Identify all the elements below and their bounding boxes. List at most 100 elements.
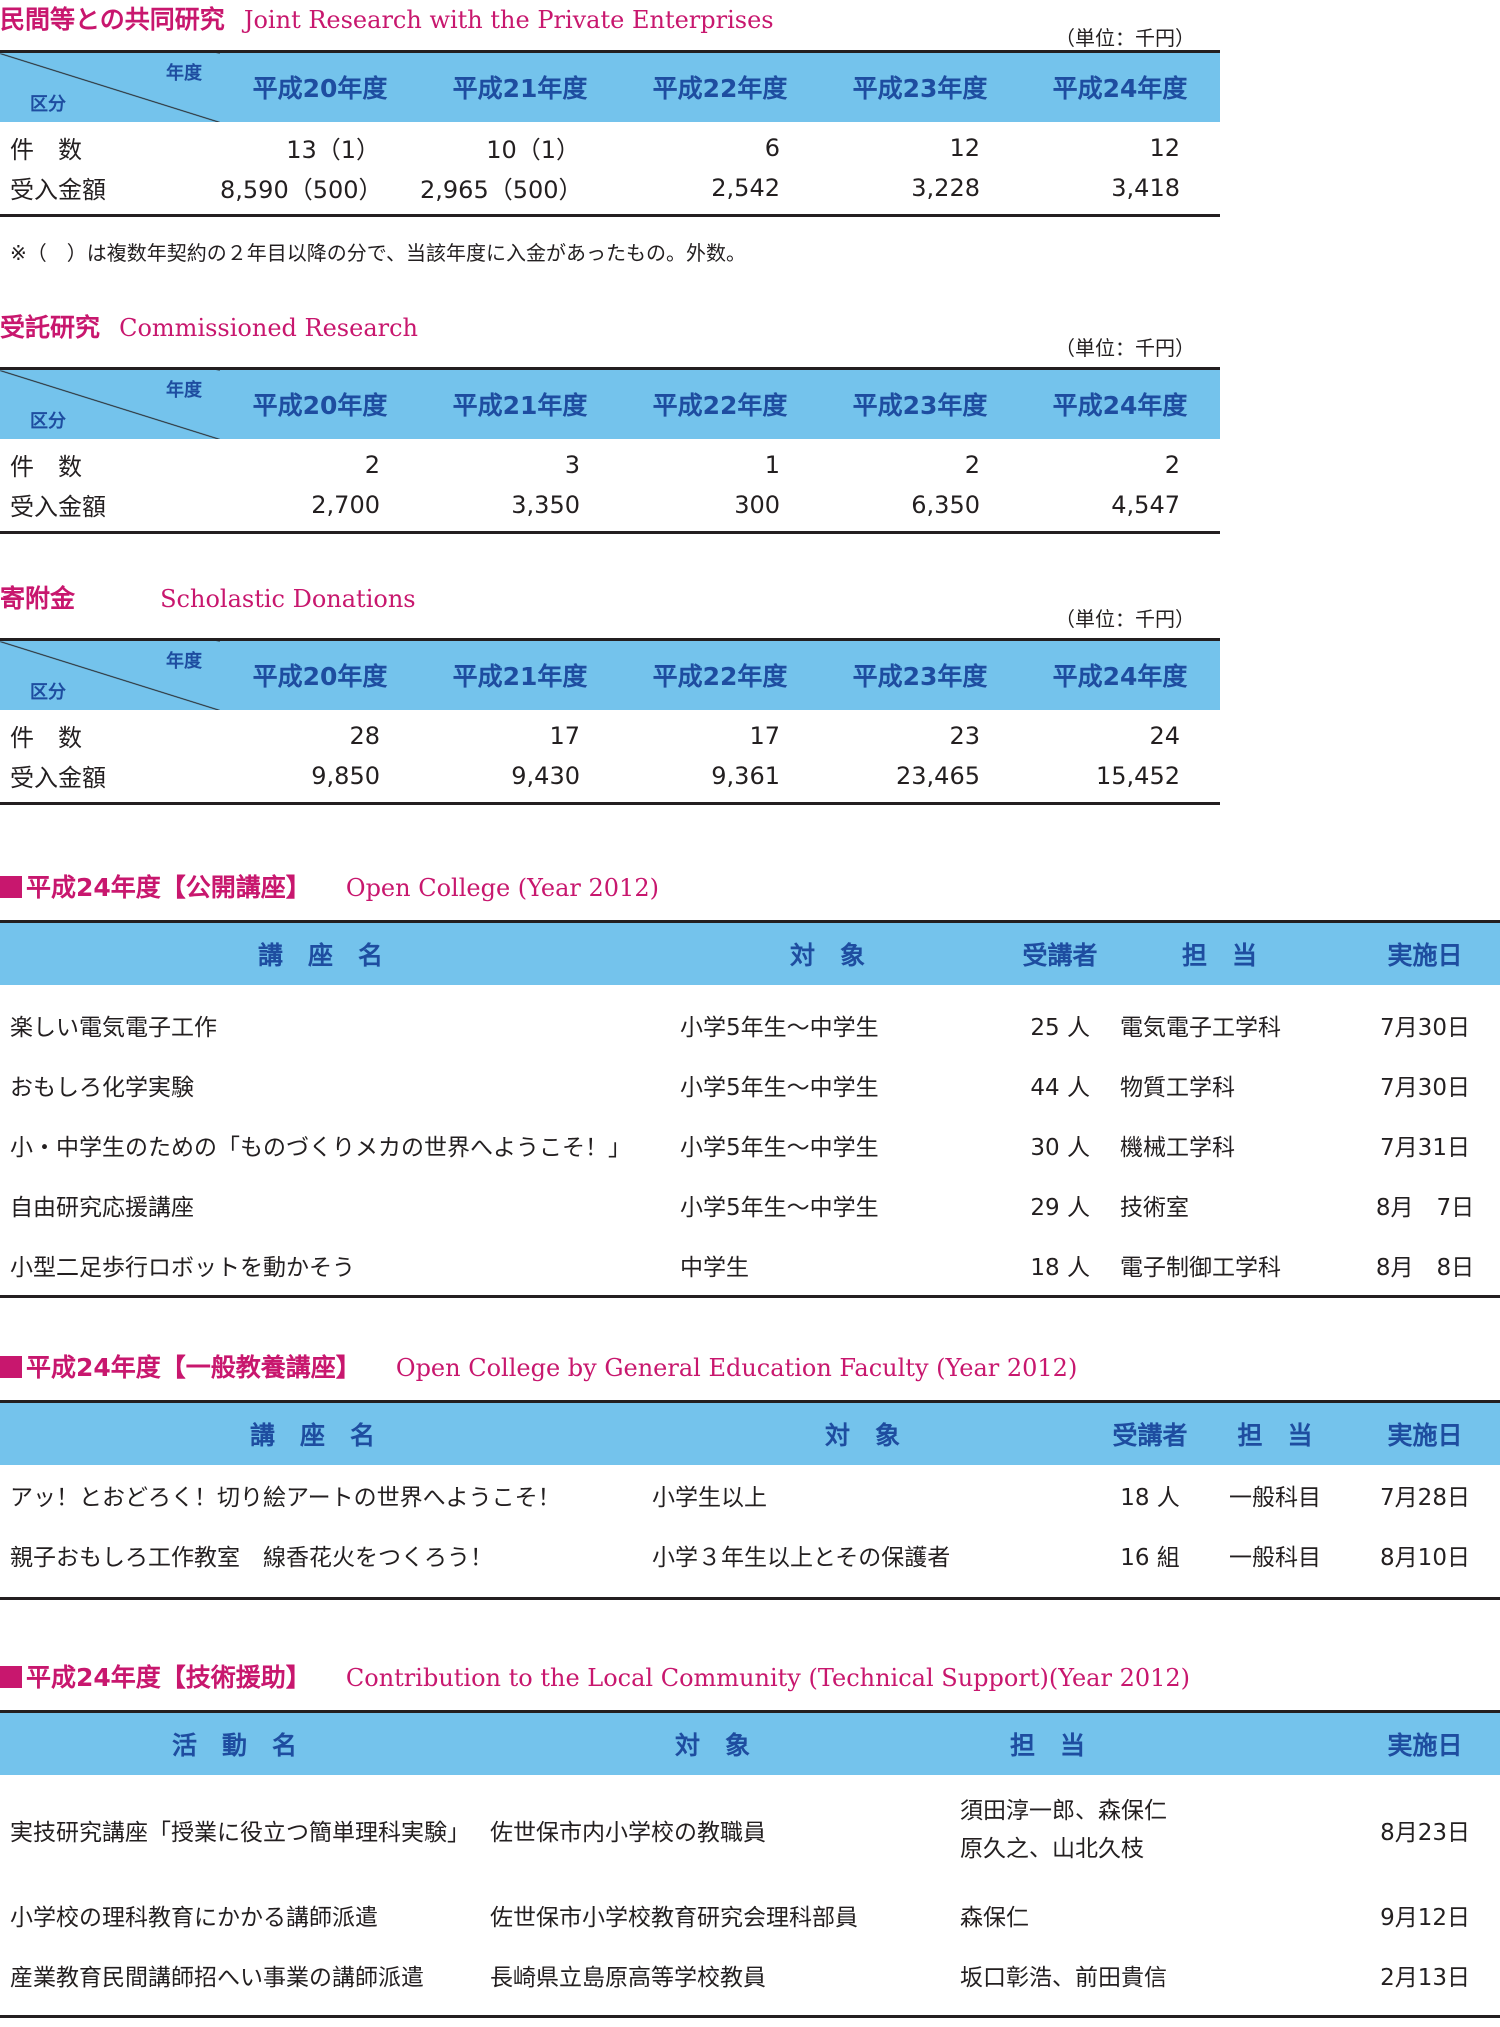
- table-cell: 13（1）: [286, 136, 380, 164]
- table-cell: 6: [764, 133, 780, 162]
- date: 8月 8日: [1350, 1235, 1500, 1298]
- course-name: 親子おもしろ工作教室 線香花火をつくろう！: [0, 1525, 640, 1600]
- table-cell: 23: [949, 721, 980, 750]
- unit-label: （単位：千円）: [1055, 607, 1195, 631]
- date: 7月30日: [1380, 1015, 1470, 1041]
- activity-name: 実技研究講座「授業に役立つ簡単理科実験」: [10, 1820, 470, 1846]
- year-header: 平成24年度: [1020, 50, 1220, 122]
- course-name: 小・中学生のための「ものづくりメカの世界へようこそ！」: [10, 1135, 631, 1161]
- attendee-count: 25 人: [1030, 1015, 1090, 1041]
- table-cell: 6,350: [820, 484, 1020, 534]
- unit-label: （単位：千円）: [1055, 26, 1195, 50]
- staff-in-charge: 坂口彰浩、前田貴信: [960, 1945, 1350, 2018]
- course-name: 楽しい電気電子工作: [10, 1015, 217, 1041]
- corner-year-label: 年度: [166, 651, 202, 672]
- commissioned-research-title: 受託研究 Commissioned Research: [0, 308, 418, 344]
- section-title-en: Scholastic Donations: [160, 585, 416, 613]
- table-row: アッ！とおどろく！切り絵アートの世界へようこそ！ 小学生以上 18 人 一般科目 7月2…: [0, 1465, 1500, 1525]
- column-header: 対 象: [640, 1400, 1100, 1465]
- year-header: 平成22年度: [620, 50, 820, 122]
- commissioned-research-table: 年度 区分 平成20年度 平成21年度 平成22年度 平成23年度 平成24年度…: [0, 367, 1220, 534]
- table-cell: 28: [349, 721, 380, 750]
- table-cell: 2: [1164, 450, 1180, 479]
- section-title-en: Open College by General Education Facult…: [395, 1354, 1078, 1382]
- table-cell: 9,361: [620, 755, 820, 805]
- row-label: 件 数: [10, 724, 82, 752]
- table-row: 実技研究講座「授業に役立つ簡単理科実験」 佐世保市内小学校の教職員 須田淳一郎、…: [0, 1775, 1500, 1885]
- table-row: 小型二足歩行ロボットを動かそう 中学生 18 人電子制御工学科 8月 8日: [0, 1235, 1500, 1298]
- section-title-jp: 平成24年度【一般教養講座】: [26, 1353, 361, 1382]
- section-title-en: Open College (Year 2012): [345, 874, 659, 902]
- date: 7月30日: [1380, 1075, 1470, 1101]
- open-college-table: 講 座 名 対 象 受講者 担 当 実施日 楽しい電気電子工作 小学5年生～中学生…: [0, 920, 1500, 1298]
- date: 7月31日: [1380, 1135, 1470, 1161]
- column-header: 実施日: [1350, 1400, 1500, 1465]
- row-label: 受入金額: [0, 755, 220, 805]
- table-cell: 9,850: [220, 755, 420, 805]
- unit-label: （単位：千円）: [1055, 336, 1195, 360]
- department: 技術室: [1120, 1195, 1189, 1221]
- column-header: 対 象: [670, 920, 1000, 985]
- table-row: 件 数 13（1） 10（1） 6 12 12: [0, 122, 1220, 168]
- year-header: 平成21年度: [420, 50, 620, 122]
- target-audience: 小学5年生～中学生: [680, 1075, 879, 1101]
- year-header: 平成23年度: [820, 50, 1020, 122]
- column-header: 担 当: [1200, 1400, 1350, 1465]
- target-audience: 佐世保市内小学校の教職員: [490, 1820, 766, 1846]
- target-audience: 小学5年生～中学生: [680, 1135, 879, 1161]
- staff-in-charge: 森保仁: [960, 1905, 1029, 1931]
- year-header: 平成21年度: [420, 638, 620, 710]
- year-header: 平成22年度: [620, 367, 820, 439]
- table-row: 受入金額 8,590（500） 2,965（500） 2,542 3,228 3…: [0, 167, 1220, 217]
- technical-support-table: 活 動 名 対 象 担 当 実施日 実技研究講座「授業に役立つ簡単理科実験」 佐…: [0, 1710, 1500, 2018]
- department: 電子制御工学科: [1120, 1235, 1350, 1298]
- row-label: 受入金額: [0, 484, 220, 534]
- table-cell: 300: [620, 484, 820, 534]
- year-header: 平成23年度: [820, 367, 1020, 439]
- column-header: 受講者: [1000, 920, 1120, 985]
- table-row: 楽しい電気電子工作 小学5年生～中学生 25 人 電気電子工学科 7月30日: [0, 985, 1500, 1055]
- date: 8月23日: [1380, 1820, 1470, 1846]
- section-title-jp: 受託研究: [0, 313, 101, 342]
- table-cell: 3,350: [420, 484, 620, 534]
- activity-name: 小学校の理科教育にかかる講師派遣: [10, 1905, 378, 1931]
- table-cell: 15,452: [1020, 755, 1220, 805]
- target-audience: 長崎県立島原高等学校教員: [490, 1945, 960, 2018]
- attendee-count: 18 人: [1120, 1485, 1180, 1511]
- table-cell: 9,430: [420, 755, 620, 805]
- year-header: 平成24年度: [1020, 638, 1220, 710]
- table-corner-header: 年度 区分: [0, 638, 220, 710]
- table-cell: 23,465: [820, 755, 1020, 805]
- technical-support-title: 平成24年度【技術援助】 Contribution to the Local C…: [0, 1658, 1190, 1694]
- table-row: 産業教育民間講師招へい事業の講師派遣 長崎県立島原高等学校教員 坂口彰浩、前田貴…: [0, 1945, 1500, 2018]
- attendee-count: 16 組: [1100, 1525, 1200, 1600]
- department: 電気電子工学科: [1120, 1015, 1281, 1041]
- table-cell: 2: [364, 450, 380, 479]
- joint-research-table: 年度 区分 平成20年度 平成21年度 平成22年度 平成23年度 平成24年度…: [0, 50, 1220, 217]
- target-audience: 小学5年生～中学生: [680, 1195, 879, 1221]
- table-cell: 12: [949, 133, 980, 162]
- column-header: 対 象: [490, 1710, 960, 1775]
- column-header: 活 動 名: [0, 1710, 490, 1775]
- column-header: 実施日: [1350, 1710, 1500, 1775]
- course-name: 自由研究応援講座: [10, 1195, 194, 1221]
- attendee-count: 18 人: [1000, 1235, 1120, 1298]
- square-bullet-icon: [0, 876, 22, 898]
- target-audience: 中学生: [670, 1235, 1000, 1298]
- footnote: ※（ ）は複数年契約の２年目以降の分で、当該年度に入金があったもの。外数。: [10, 241, 746, 265]
- row-label: 受入金額: [0, 167, 220, 217]
- table-row: 件 数 28 17 17 23 24: [0, 710, 1220, 756]
- section-title-en: Joint Research with the Private Enterpri…: [243, 6, 774, 34]
- square-bullet-icon: [0, 1666, 22, 1688]
- donations-title: 寄附金 Scholastic Donations: [0, 579, 416, 615]
- column-header: 講 座 名: [0, 1400, 640, 1465]
- table-row: 小学校の理科教育にかかる講師派遣 佐世保市小学校教育研究会理科部員 森保仁 9月…: [0, 1885, 1500, 1945]
- section-title-jp: 寄附金: [0, 584, 76, 613]
- course-name: アッ！とおどろく！切り絵アートの世界へようこそ！: [10, 1485, 561, 1511]
- target-audience: 小学生以上: [652, 1485, 767, 1511]
- column-header: 受講者: [1100, 1400, 1200, 1465]
- table-cell: 2,965（500）: [420, 167, 620, 217]
- table-corner-header: 年度 区分: [0, 50, 220, 122]
- row-label: 件 数: [10, 136, 82, 164]
- year-header: 平成24年度: [1020, 367, 1220, 439]
